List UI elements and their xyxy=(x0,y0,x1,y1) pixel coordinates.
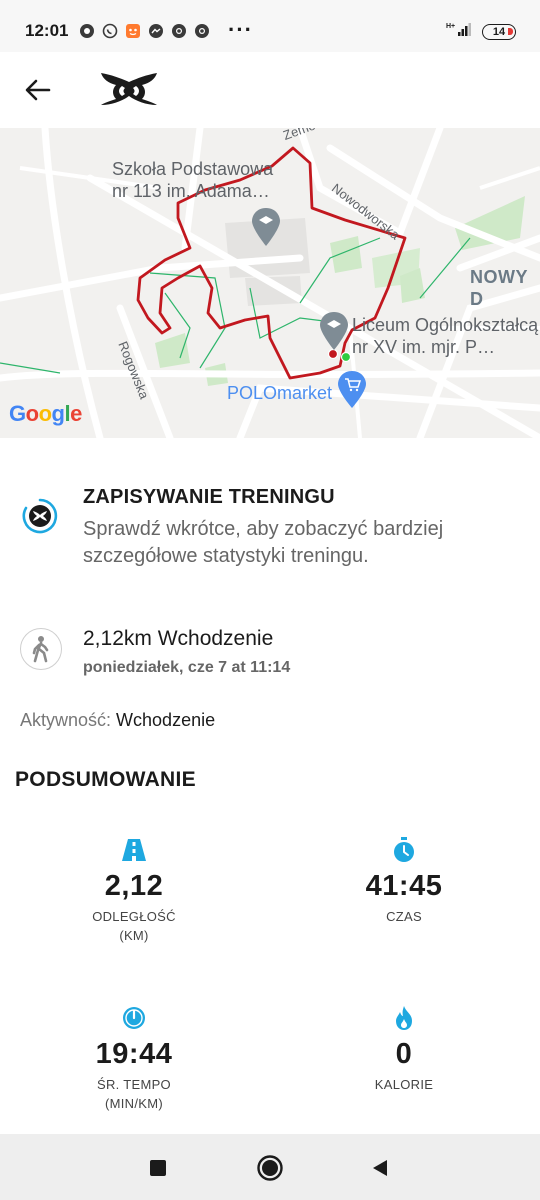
activity-type-label: Aktywność: xyxy=(20,710,112,730)
google-logo: Google xyxy=(9,401,82,426)
activity-type-row: Aktywność: Wchodzenie xyxy=(20,710,215,731)
whatsapp-icon xyxy=(101,22,118,39)
map-label-liceum: Liceum Ogólnokształcą nr XV im. mjr. P… xyxy=(352,315,539,357)
activity-date: poniedziałek, cze 7 at 11:14 xyxy=(83,659,291,676)
triangle-back-icon xyxy=(373,1160,387,1176)
stat-pace: 19:44 ŚR. TEMPO (MIN/KM) xyxy=(24,1004,244,1113)
summary-heading: PODSUMOWANIE xyxy=(15,768,196,791)
recording-title: ZAPISYWANIE TRENINGU xyxy=(83,486,335,508)
svg-text:H+: H+ xyxy=(446,23,455,30)
stopwatch-icon xyxy=(294,836,514,864)
messenger-icon xyxy=(147,22,164,39)
road-icon xyxy=(24,836,244,864)
under-armour-sync-icon xyxy=(22,498,58,534)
status-time: 12:01 xyxy=(25,21,69,40)
stat-time-value: 41:45 xyxy=(365,870,443,902)
map-label-district: NOWY D xyxy=(470,267,528,309)
stat-distance-label: ODLEGŁOŚĆ (KM) xyxy=(92,909,176,943)
walking-icon xyxy=(20,628,62,670)
chat-icon xyxy=(78,22,95,39)
stat-calories: 0 KALORIE xyxy=(294,1004,514,1094)
status-bar: 12:01 ··· H+ 14 xyxy=(0,0,540,52)
stat-time-label: CZAS xyxy=(386,909,422,924)
notification-icons xyxy=(78,22,210,39)
route-start-marker xyxy=(340,351,352,363)
recording-notice: ZAPISYWANIE TRENINGU Sprawdź wkrótce, ab… xyxy=(0,438,540,598)
stat-time: 41:45 CZAS xyxy=(294,836,514,926)
app-bar xyxy=(0,52,540,128)
recents-button[interactable] xyxy=(144,1154,172,1182)
chrome-icon xyxy=(170,22,187,39)
shopping-cart-pin-icon xyxy=(338,371,366,408)
stat-distance: 2,12 ODLEGŁOŚĆ (KM) xyxy=(24,836,244,945)
signal-icon: H+ xyxy=(446,21,474,42)
stat-calories-label: KALORIE xyxy=(374,1077,434,1092)
system-navigation-bar xyxy=(0,1134,540,1200)
circle-icon xyxy=(257,1155,283,1181)
chrome-icon xyxy=(193,22,210,39)
arrow-left-icon xyxy=(25,79,51,101)
map-label-school: Szkoła Podstawowa nr 113 im. Adama… xyxy=(112,159,274,201)
stat-pace-value: 19:44 xyxy=(95,1038,173,1070)
route-map[interactable]: Szkoła Podstawowa nr 113 im. Adama… Lice… xyxy=(0,128,540,438)
route-end-marker xyxy=(327,348,339,360)
battery-level: 14 xyxy=(492,25,506,38)
stat-distance-value: 2,12 xyxy=(104,870,164,902)
app-icon xyxy=(124,22,141,39)
activity-type-value: Wchodzenie xyxy=(116,710,216,730)
map-label-polomarket: POLOmarket xyxy=(227,383,333,403)
more-notifications-icon: ··· xyxy=(228,17,253,42)
square-icon xyxy=(150,1160,166,1176)
system-indicators: H+ 14 xyxy=(446,21,516,42)
back-button[interactable] xyxy=(20,72,56,108)
system-back-button[interactable] xyxy=(366,1154,394,1182)
speedometer-icon xyxy=(24,1004,244,1032)
home-button[interactable] xyxy=(256,1154,284,1182)
flame-icon xyxy=(294,1004,514,1032)
activity-title: 2,12km Wchodzenie xyxy=(83,627,274,650)
battery-icon: 14 xyxy=(482,23,516,40)
stat-pace-label: ŚR. TEMPO (MIN/KM) xyxy=(97,1077,171,1111)
under-armour-logo xyxy=(98,69,160,109)
recording-description: Sprawdź wkrótce, aby zobaczyć bardziej s… xyxy=(83,518,444,567)
stat-calories-value: 0 xyxy=(395,1038,413,1070)
